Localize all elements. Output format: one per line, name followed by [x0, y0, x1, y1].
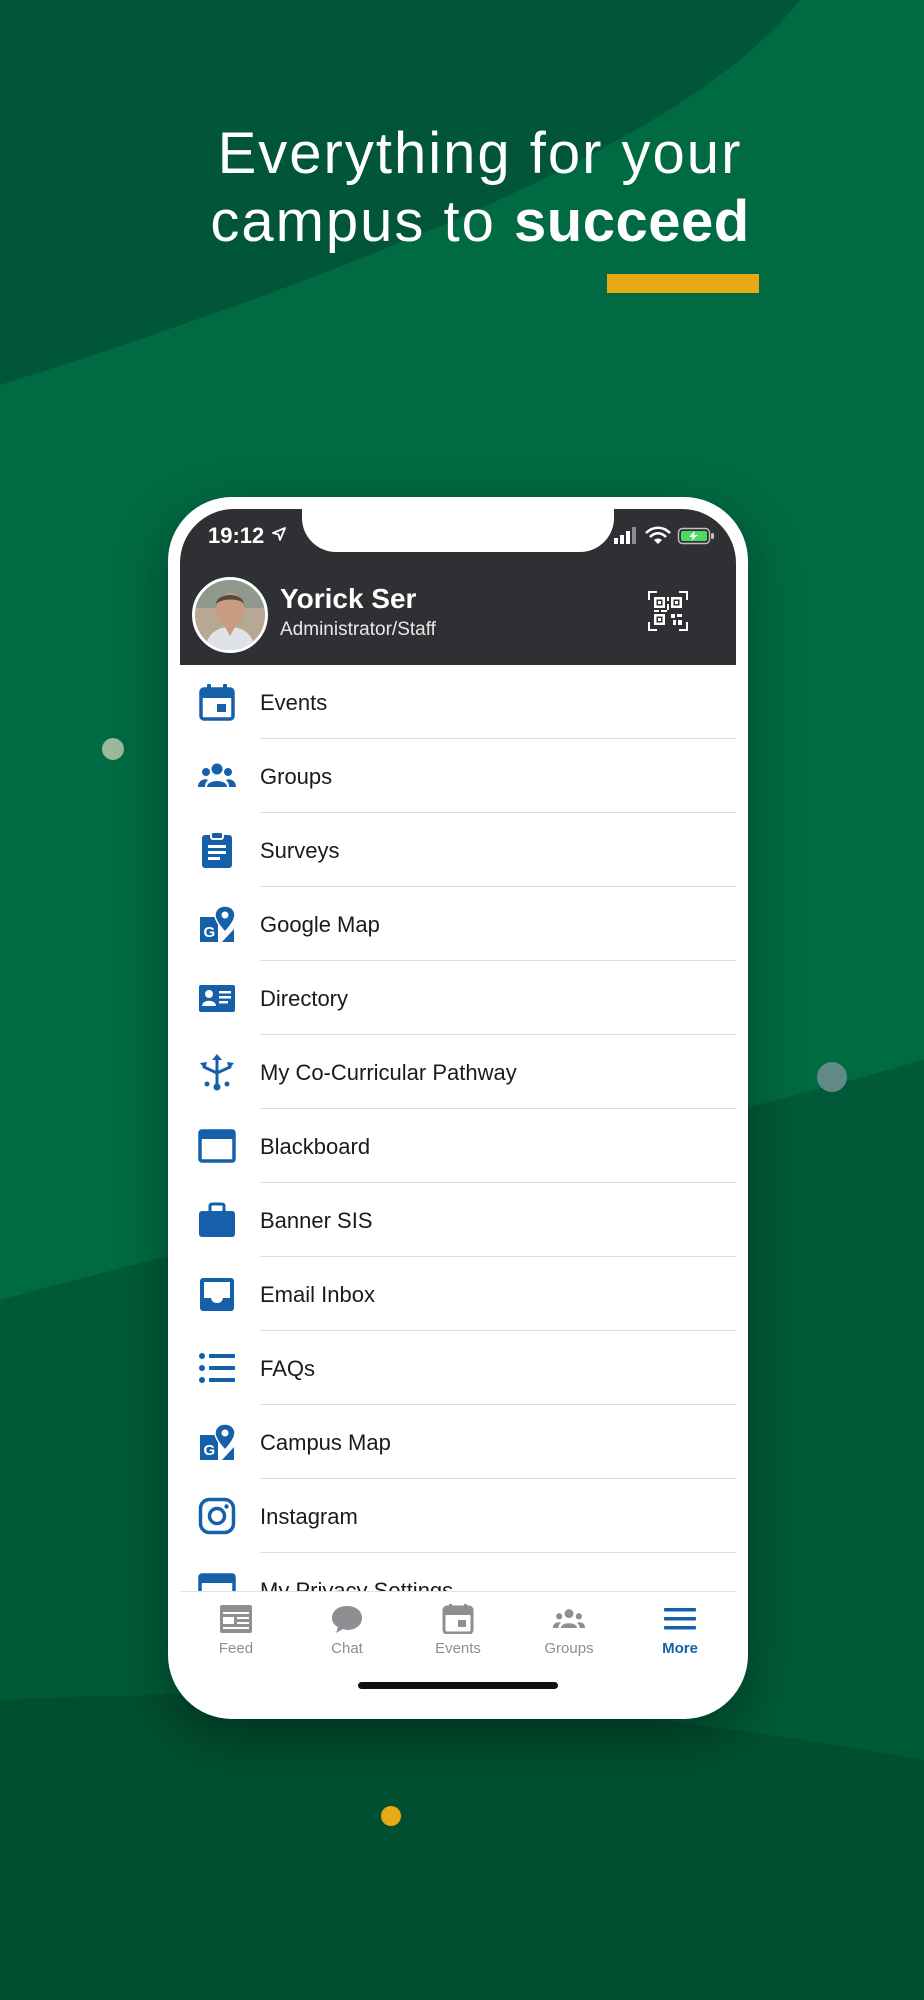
wifi-icon [645, 526, 671, 544]
clipboard-icon [202, 831, 232, 868]
tab-label: Feed [218, 1640, 254, 1657]
calendar-icon [442, 1604, 474, 1634]
calendar-icon [199, 684, 235, 721]
status-icons [614, 526, 714, 545]
menu-item-blackboard[interactable]: Blackboard [180, 1109, 736, 1183]
headline-line-2: campus to succeed [200, 188, 760, 256]
status-time: 19:12 [208, 523, 265, 548]
headline: Everything for your campus to succeed [200, 120, 760, 256]
menu-item-label: My Co-Curricular Pathway [260, 1060, 517, 1085]
tab-events[interactable]: Events [408, 1604, 508, 1668]
decorative-dot [102, 738, 124, 760]
qr-code-icon[interactable] [648, 591, 688, 631]
decorative-dot [381, 1806, 401, 1826]
location-arrow-icon [272, 527, 286, 541]
tab-groups[interactable]: Groups [519, 1604, 619, 1668]
tab-more[interactable]: More [630, 1604, 730, 1668]
menu-item-label: Groups [260, 764, 333, 789]
tab-label: Events [435, 1640, 481, 1657]
menu-item-label: Email Inbox [260, 1282, 375, 1307]
menu-item-google-map[interactable]: G Google Map [180, 887, 736, 961]
hamburger-menu-icon [664, 1608, 696, 1630]
tab-chat[interactable]: Chat [297, 1604, 397, 1668]
menu-item-faqs[interactable]: FAQs [180, 1331, 736, 1405]
decorative-dot [817, 1062, 847, 1092]
phone-screen: 19:12 Yorick Ser Administrator/Staff Eve… [180, 509, 736, 1707]
menu-item-directory[interactable]: Directory [180, 961, 736, 1035]
menu-item-label: Campus Map [260, 1430, 391, 1455]
groups-icon [198, 763, 236, 787]
phone-notch [302, 509, 614, 552]
id-card-icon [199, 985, 235, 1012]
signal-icon [614, 527, 636, 544]
briefcase-icon [199, 1202, 235, 1237]
menu-item-label: FAQs [260, 1356, 316, 1381]
menu-item-label: Directory [260, 986, 349, 1011]
menu-item-email-inbox[interactable]: Email Inbox [180, 1257, 736, 1331]
phone-mockup: 19:12 Yorick Ser Administrator/Staff Eve… [168, 497, 748, 1719]
menu-item-co-curricular-pathway[interactable]: My Co-Curricular Pathway [180, 1035, 736, 1109]
browser-window-icon [198, 1129, 236, 1163]
menu-item-label: Events [260, 690, 328, 715]
menu-item-instagram[interactable]: Instagram [180, 1479, 736, 1553]
user-name: Yorick Ser [280, 583, 417, 614]
menu-item-label: My Privacy Settings [260, 1578, 454, 1591]
instagram-icon [198, 1497, 236, 1535]
feed-icon [220, 1605, 252, 1633]
svg-text:G: G [204, 1442, 216, 1459]
menu-item-label: Instagram [260, 1504, 358, 1529]
menu-item-campus-map[interactable]: G Campus Map [180, 1405, 736, 1479]
menu-item-label: Google Map [260, 912, 380, 937]
menu-item-privacy-settings[interactable]: My Privacy Settings [180, 1553, 736, 1591]
pathway-arrows-icon [200, 1054, 234, 1091]
tab-label: More [662, 1640, 698, 1657]
map-pin-icon: G [200, 1423, 236, 1460]
user-role: Administrator/Staff [280, 619, 436, 640]
menu-item-banner-sis[interactable]: Banner SIS [180, 1183, 736, 1257]
list-icon [199, 1353, 235, 1383]
tab-label: Groups [544, 1640, 594, 1657]
more-menu-list: Events Groups Surveys G Google Map Direc… [180, 665, 736, 1591]
menu-item-label: Blackboard [260, 1134, 371, 1159]
headline-line-2-prefix: campus to [210, 189, 496, 254]
groups-icon [552, 1609, 586, 1628]
headline-line-1: Everything for your [217, 121, 743, 186]
battery-icon [677, 527, 714, 545]
chat-bubble-icon [332, 1606, 362, 1633]
tab-label: Chat [331, 1640, 363, 1657]
headline-emphasis: succeed [514, 189, 750, 254]
tab-feed[interactable]: Feed [186, 1604, 286, 1668]
menu-item-label: Surveys [260, 838, 340, 863]
menu-item-groups[interactable]: Groups [180, 739, 736, 813]
avatar[interactable] [192, 577, 268, 653]
svg-text:G: G [204, 924, 216, 941]
headline-accent-bar [607, 274, 759, 293]
profile-header: 19:12 Yorick Ser Administrator/Staff [180, 509, 736, 665]
menu-item-events[interactable]: Events [180, 665, 736, 739]
menu-item-label: Banner SIS [260, 1208, 373, 1233]
map-pin-icon: G [200, 905, 236, 942]
browser-window-icon [198, 1573, 236, 1591]
bottom-tab-bar: Feed Chat Events Groups More [180, 1591, 736, 1707]
inbox-icon [200, 1278, 234, 1311]
home-indicator [358, 1682, 558, 1689]
menu-item-surveys[interactable]: Surveys [180, 813, 736, 887]
